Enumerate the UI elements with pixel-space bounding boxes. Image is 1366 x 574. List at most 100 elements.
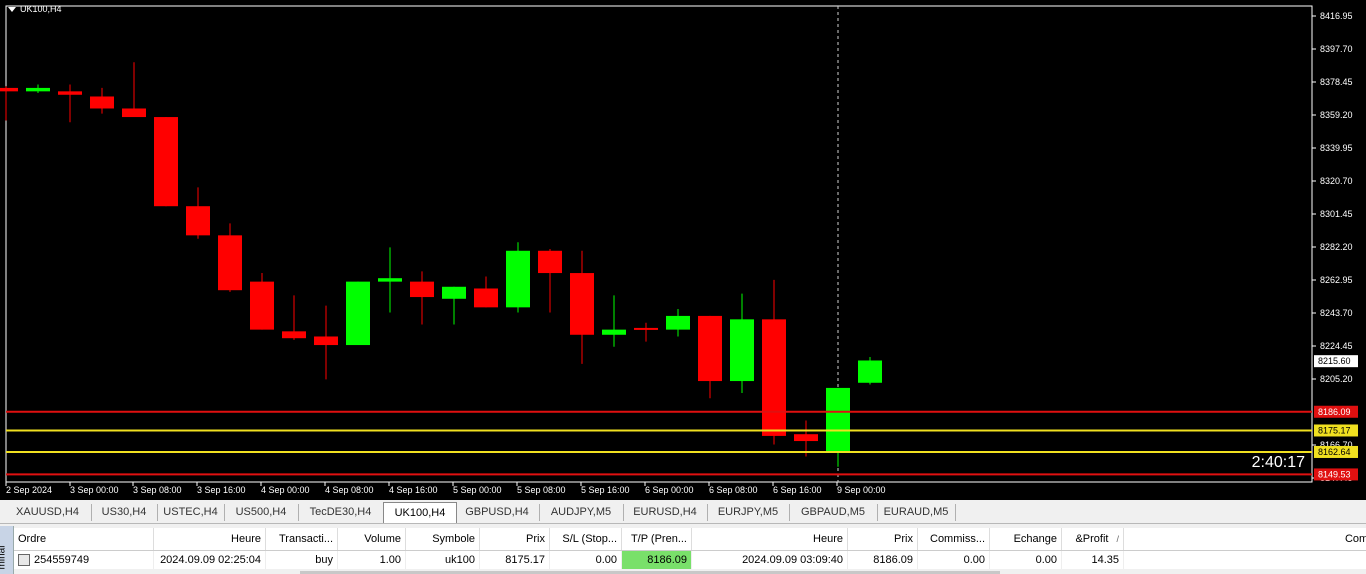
table-cell: [tp] xyxy=(1124,551,1366,569)
table-row[interactable]: 254559749 2024.09.09 02:25:04 buy 1.00 uk100… xyxy=(14,551,1366,569)
candle-body[interactable] xyxy=(826,387,850,452)
candle-body[interactable] xyxy=(730,319,754,382)
tab-gbpaud-m5[interactable]: GBPAUD,M5 xyxy=(789,504,878,521)
column-header[interactable]: T/P (Pren... xyxy=(622,528,692,550)
candle-body[interactable] xyxy=(506,250,530,308)
candle-body[interactable] xyxy=(666,315,690,330)
table-cell: buy xyxy=(266,551,338,569)
candle-body[interactable] xyxy=(154,117,178,207)
time-tick-label: 3 Sep 16:00 xyxy=(197,485,246,495)
candle-body[interactable] xyxy=(250,281,274,330)
dropdown-triangle-icon[interactable] xyxy=(8,6,16,12)
candle-body[interactable] xyxy=(186,206,210,236)
column-header[interactable]: Heure xyxy=(154,528,266,550)
symbol-text: UK100,H4 xyxy=(20,4,62,14)
candle-body[interactable] xyxy=(570,273,594,335)
candle-body[interactable] xyxy=(442,286,466,299)
column-header[interactable]: Transacti... xyxy=(266,528,338,550)
time-tick-label: 2 Sep 2024 xyxy=(6,485,52,495)
table-cell: 2024.09.09 02:25:04 xyxy=(154,551,266,569)
column-header[interactable]: Commiss... xyxy=(918,528,990,550)
column-header[interactable]: Prix xyxy=(480,528,550,550)
tab-ustec-h4[interactable]: USTEC,H4 xyxy=(157,504,225,521)
tab-xauusd-h4[interactable]: XAUUSD,H4 xyxy=(4,504,92,521)
candle-countdown: 2:40:17 xyxy=(1252,454,1305,471)
tab-eurjpy-m5[interactable]: EURJPY,M5 xyxy=(707,504,790,521)
candle-body[interactable] xyxy=(634,327,658,330)
terminal-side-label: minal xyxy=(0,545,8,570)
time-tick-label: 4 Sep 16:00 xyxy=(389,485,438,495)
time-tick-label: 4 Sep 08:00 xyxy=(325,485,374,495)
column-header[interactable]: Ordre xyxy=(14,528,154,550)
table-cell: 2024.09.09 03:09:40 xyxy=(692,551,848,569)
candle-body[interactable] xyxy=(410,281,434,298)
candle-body[interactable] xyxy=(794,434,818,442)
candle-body[interactable] xyxy=(314,336,338,346)
table-cell: 0.00 xyxy=(918,551,990,569)
table-cell: 14.35 xyxy=(1062,551,1124,569)
candle-body[interactable] xyxy=(0,87,18,92)
candle-body[interactable] xyxy=(122,108,146,118)
column-header[interactable]: Symbole xyxy=(406,528,480,550)
candle-body[interactable] xyxy=(474,288,498,308)
candle-body[interactable] xyxy=(538,250,562,274)
candle-body[interactable] xyxy=(858,360,882,383)
candle-body[interactable] xyxy=(58,91,82,95)
tab-audjpy-m5[interactable]: AUDJPY,M5 xyxy=(539,504,624,521)
candle-body[interactable] xyxy=(346,281,370,346)
candle-body[interactable] xyxy=(282,331,306,339)
time-tick-label: 5 Sep 16:00 xyxy=(581,485,630,495)
candle-body[interactable] xyxy=(218,235,242,291)
table-cell: 1.00 xyxy=(338,551,406,569)
sort-indicator-icon: / xyxy=(1116,534,1119,544)
column-header[interactable]: &Profit / xyxy=(1062,528,1124,550)
price-tick-label: 8205.20 xyxy=(1320,374,1353,384)
column-header[interactable]: Commentaire xyxy=(1124,528,1366,550)
candle-body[interactable] xyxy=(602,329,626,335)
column-header[interactable]: S/L (Stop... xyxy=(550,528,622,550)
price-level-tag-text: 8186.09 xyxy=(1318,407,1351,417)
candle-body[interactable] xyxy=(762,319,786,436)
price-tick-label: 8397.70 xyxy=(1320,44,1353,54)
price-tick-label: 8301.45 xyxy=(1320,209,1353,219)
time-tick-label: 5 Sep 00:00 xyxy=(453,485,502,495)
table-cell: 0.00 xyxy=(990,551,1062,569)
tab-tecde30-h4[interactable]: TecDE30,H4 xyxy=(298,504,384,521)
price-tick-label: 8243.70 xyxy=(1320,308,1353,318)
chart-symbol-label[interactable]: UK100,H4 xyxy=(8,4,62,14)
price-level-tag-text: 8162.64 xyxy=(1318,447,1351,457)
tab-us500-h4[interactable]: US500,H4 xyxy=(224,504,299,521)
price-chart[interactable]: 8416.95 8397.70 8378.45 8359.20 8339.95 8320.… xyxy=(0,0,1366,500)
table-cell: 254559749 xyxy=(14,551,154,569)
column-header[interactable]: Volume xyxy=(338,528,406,550)
tab-gbpusd-h4[interactable]: GBPUSD,H4 xyxy=(455,504,540,521)
price-tick-label: 8416.95 xyxy=(1320,11,1353,21)
candle-body[interactable] xyxy=(698,315,722,382)
tab-euraud-m5[interactable]: EURAUD,M5 xyxy=(877,504,956,521)
terminal-table-header: Ordre Heure Transacti... Volume Symbole Prix S… xyxy=(14,528,1366,551)
time-tick-label: 6 Sep 16:00 xyxy=(773,485,822,495)
table-cell: 8175.17 xyxy=(480,551,550,569)
column-header[interactable]: Prix xyxy=(848,528,918,550)
candle-body[interactable] xyxy=(26,87,50,92)
chart-area[interactable]: 8416.95 8397.70 8378.45 8359.20 8339.95 8320.… xyxy=(0,0,1366,500)
candle-body[interactable] xyxy=(90,96,114,109)
tab-eurusd-h4[interactable]: EURUSD,H4 xyxy=(623,504,708,521)
price-level-tag-text: 8149.53 xyxy=(1318,469,1351,479)
chart-tabs: XAUUSD,H4 US30,H4 USTEC,H4 US500,H4 TecDE30,… xyxy=(0,502,1366,524)
time-tick-label: 5 Sep 08:00 xyxy=(517,485,566,495)
terminal-side-tab[interactable]: minal xyxy=(0,526,14,574)
order-id: 254559749 xyxy=(34,554,90,566)
time-tick-label: 6 Sep 08:00 xyxy=(709,485,758,495)
table-cell: 0.00 xyxy=(550,551,622,569)
time-tick-label: 3 Sep 08:00 xyxy=(133,485,182,495)
time-tick-label: 9 Sep 00:00 xyxy=(837,485,886,495)
price-tick-label: 8262.95 xyxy=(1320,275,1353,285)
price-tick-label: 8339.95 xyxy=(1320,143,1353,153)
tab-us30-h4[interactable]: US30,H4 xyxy=(91,504,158,521)
tab-uk100-h4[interactable]: UK100,H4 xyxy=(383,502,457,523)
candle-body[interactable] xyxy=(378,278,402,282)
price-tick-label: 8320.70 xyxy=(1320,176,1353,186)
column-header[interactable]: Echange xyxy=(990,528,1062,550)
column-header[interactable]: Heure xyxy=(692,528,848,550)
